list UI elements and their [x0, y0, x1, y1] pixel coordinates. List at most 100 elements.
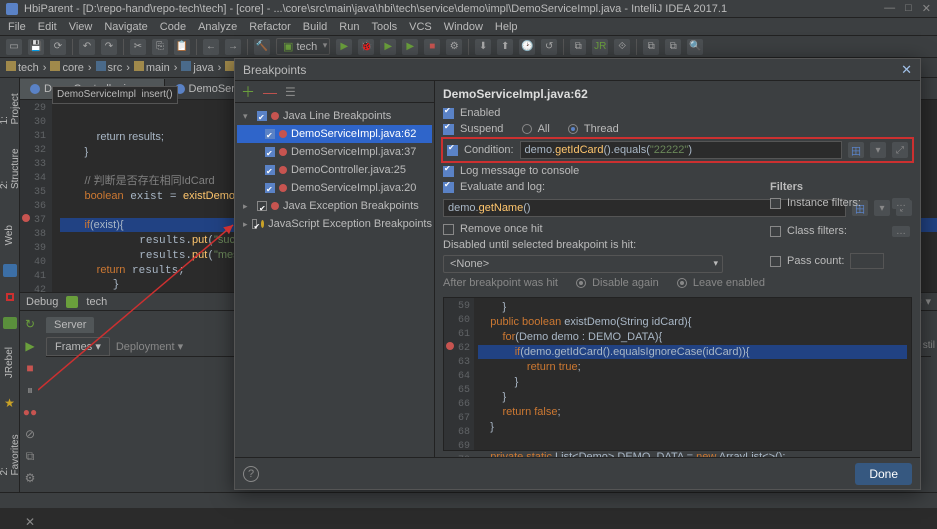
vcs-revert-icon[interactable]: ↺: [541, 39, 557, 55]
paste-icon[interactable]: 📋: [174, 39, 190, 55]
crumb-java[interactable]: java: [181, 61, 213, 74]
mute-bp-icon[interactable]: ⊘: [23, 427, 37, 441]
tool-structure[interactable]: 2: Structure: [0, 142, 21, 189]
breakpoint-marker-icon[interactable]: [22, 214, 30, 222]
stop-icon[interactable]: ■: [424, 39, 440, 55]
frames-dropdown[interactable]: Frames ▾: [46, 337, 110, 356]
undo-icon[interactable]: ↶: [79, 39, 95, 55]
jrebel-icon[interactable]: JR: [592, 39, 608, 55]
rerun-icon[interactable]: ↻: [23, 317, 37, 331]
build-icon[interactable]: 🔨: [254, 39, 270, 55]
maximize-icon[interactable]: □: [905, 2, 912, 15]
breakpoint-tree[interactable]: ▾Java Line Breakpoints DemoServiceImpl.j…: [235, 103, 434, 457]
run-icon[interactable]: ▶: [336, 39, 352, 55]
menu-view[interactable]: View: [69, 21, 93, 33]
condition-expand-icon[interactable]: ⤢: [892, 142, 908, 158]
menu-vcs[interactable]: VCS: [409, 21, 432, 33]
done-button[interactable]: Done: [855, 463, 912, 485]
view-bp-icon[interactable]: ●●: [23, 405, 37, 419]
suspend-all-radio[interactable]: [522, 124, 532, 134]
menu-run[interactable]: Run: [339, 21, 359, 33]
editor-gutter[interactable]: 29 30 31 32 33 34 35 36 37 38 39 40 41 4…: [20, 100, 52, 292]
jrebel2-icon[interactable]: ⟐: [614, 39, 630, 55]
menu-file[interactable]: File: [8, 21, 26, 33]
crumb-core[interactable]: core: [50, 61, 83, 74]
settings-icon[interactable]: ⚙: [23, 471, 37, 485]
crumb-tech[interactable]: tech: [6, 61, 39, 74]
tree-bp-1[interactable]: DemoServiceImpl.java:62: [237, 125, 432, 143]
eval-checkbox[interactable]: [443, 182, 454, 193]
condition-checkbox[interactable]: [447, 145, 458, 156]
profile-icon[interactable]: ▶: [402, 39, 418, 55]
vcs-update-icon[interactable]: ⬇: [475, 39, 491, 55]
open-icon[interactable]: ▭: [6, 39, 22, 55]
menu-refactor[interactable]: Refactor: [249, 21, 291, 33]
suspend-checkbox[interactable]: [443, 124, 454, 135]
tree-bp-2[interactable]: DemoServiceImpl.java:37: [237, 143, 432, 161]
tool-favorites[interactable]: 2: Favorites: [0, 428, 21, 476]
close-icon[interactable]: ✕: [922, 2, 931, 15]
sync-icon[interactable]: ⟳: [50, 39, 66, 55]
menu-build[interactable]: Build: [303, 21, 327, 33]
back-icon[interactable]: ←: [203, 39, 219, 55]
remove-breakpoint-icon[interactable]: —: [263, 84, 277, 100]
menu-edit[interactable]: Edit: [38, 21, 57, 33]
tree-bp-4[interactable]: DemoServiceImpl.java:20: [237, 179, 432, 197]
tree-group-js-ex[interactable]: ▸JavaScript Exception Breakpoints: [237, 215, 432, 233]
pass-count-input[interactable]: [850, 253, 884, 269]
layout-icon[interactable]: ⧉: [23, 449, 37, 463]
debug-icon[interactable]: 🐞: [358, 39, 374, 55]
crumb-main[interactable]: main: [134, 61, 170, 74]
cut-icon[interactable]: ✂: [130, 39, 146, 55]
tool-project[interactable]: 1: Project: [0, 86, 21, 124]
tree-group-java-line[interactable]: ▾Java Line Breakpoints: [237, 107, 432, 125]
fwd-icon[interactable]: →: [225, 39, 241, 55]
tab-server[interactable]: Server: [46, 317, 94, 333]
tree-view-icon[interactable]: ☰: [285, 85, 296, 99]
disabled-until-select[interactable]: <None>: [443, 255, 723, 273]
run-config-select[interactable]: ▣ tech: [276, 38, 330, 55]
tool-web[interactable]: Web: [4, 225, 15, 245]
class-filters-checkbox[interactable]: [770, 226, 781, 237]
suspend-thread-radio[interactable]: [568, 124, 578, 134]
minimize-icon[interactable]: —: [884, 2, 895, 15]
frames-deploy-label[interactable]: Deployment ▾: [116, 340, 183, 353]
log-checkbox[interactable]: [443, 166, 454, 177]
misc2-icon[interactable]: ⧉: [665, 39, 681, 55]
condition-input[interactable]: demo.getIdCard().equals("22222"): [520, 141, 842, 159]
condition-lang-icon[interactable]: 田: [848, 142, 864, 158]
help-icon[interactable]: ?: [243, 466, 259, 482]
dialog-close-icon[interactable]: ✕: [901, 62, 912, 78]
vcs-commit-icon[interactable]: ⬆: [497, 39, 513, 55]
instance-filters-browse[interactable]: …: [892, 198, 910, 209]
menu-tools[interactable]: Tools: [371, 21, 397, 33]
web-icon[interactable]: [3, 264, 17, 277]
instance-filters-checkbox[interactable]: [770, 198, 781, 209]
menu-navigate[interactable]: Navigate: [104, 21, 147, 33]
redo-icon[interactable]: ↷: [101, 39, 117, 55]
structure-icon[interactable]: ⧉: [570, 39, 586, 55]
tool-jrebel[interactable]: JRebel: [4, 347, 15, 378]
disable-again-radio[interactable]: [576, 278, 586, 288]
coverage-icon[interactable]: ▶: [380, 39, 396, 55]
tree-bp-3[interactable]: DemoController.java:25: [237, 161, 432, 179]
tree-group-java-ex[interactable]: ▸Java Exception Breakpoints: [237, 197, 432, 215]
menu-window[interactable]: Window: [444, 21, 483, 33]
favorites-icon[interactable]: ★: [4, 396, 15, 410]
menu-code[interactable]: Code: [160, 21, 186, 33]
jrebel-tool-icon[interactable]: [3, 317, 17, 330]
add-breakpoint-icon[interactable]: ＋: [241, 82, 255, 102]
menu-analyze[interactable]: Analyze: [198, 21, 237, 33]
menu-help[interactable]: Help: [495, 21, 518, 33]
search-icon[interactable]: 🔍: [687, 39, 703, 55]
stop-debug-icon[interactable]: ■: [23, 361, 37, 375]
resume-icon[interactable]: ▶: [23, 339, 37, 353]
pass-count-checkbox[interactable]: [770, 256, 781, 267]
enabled-checkbox[interactable]: [443, 108, 454, 119]
vcs-history-icon[interactable]: 🕑: [519, 39, 535, 55]
leave-enabled-radio[interactable]: [677, 278, 687, 288]
crumb-src[interactable]: src: [96, 61, 123, 74]
dialog-title-bar[interactable]: Breakpoints ✕: [235, 59, 920, 81]
save-icon[interactable]: 💾: [28, 39, 44, 55]
misc1-icon[interactable]: ⧉: [643, 39, 659, 55]
